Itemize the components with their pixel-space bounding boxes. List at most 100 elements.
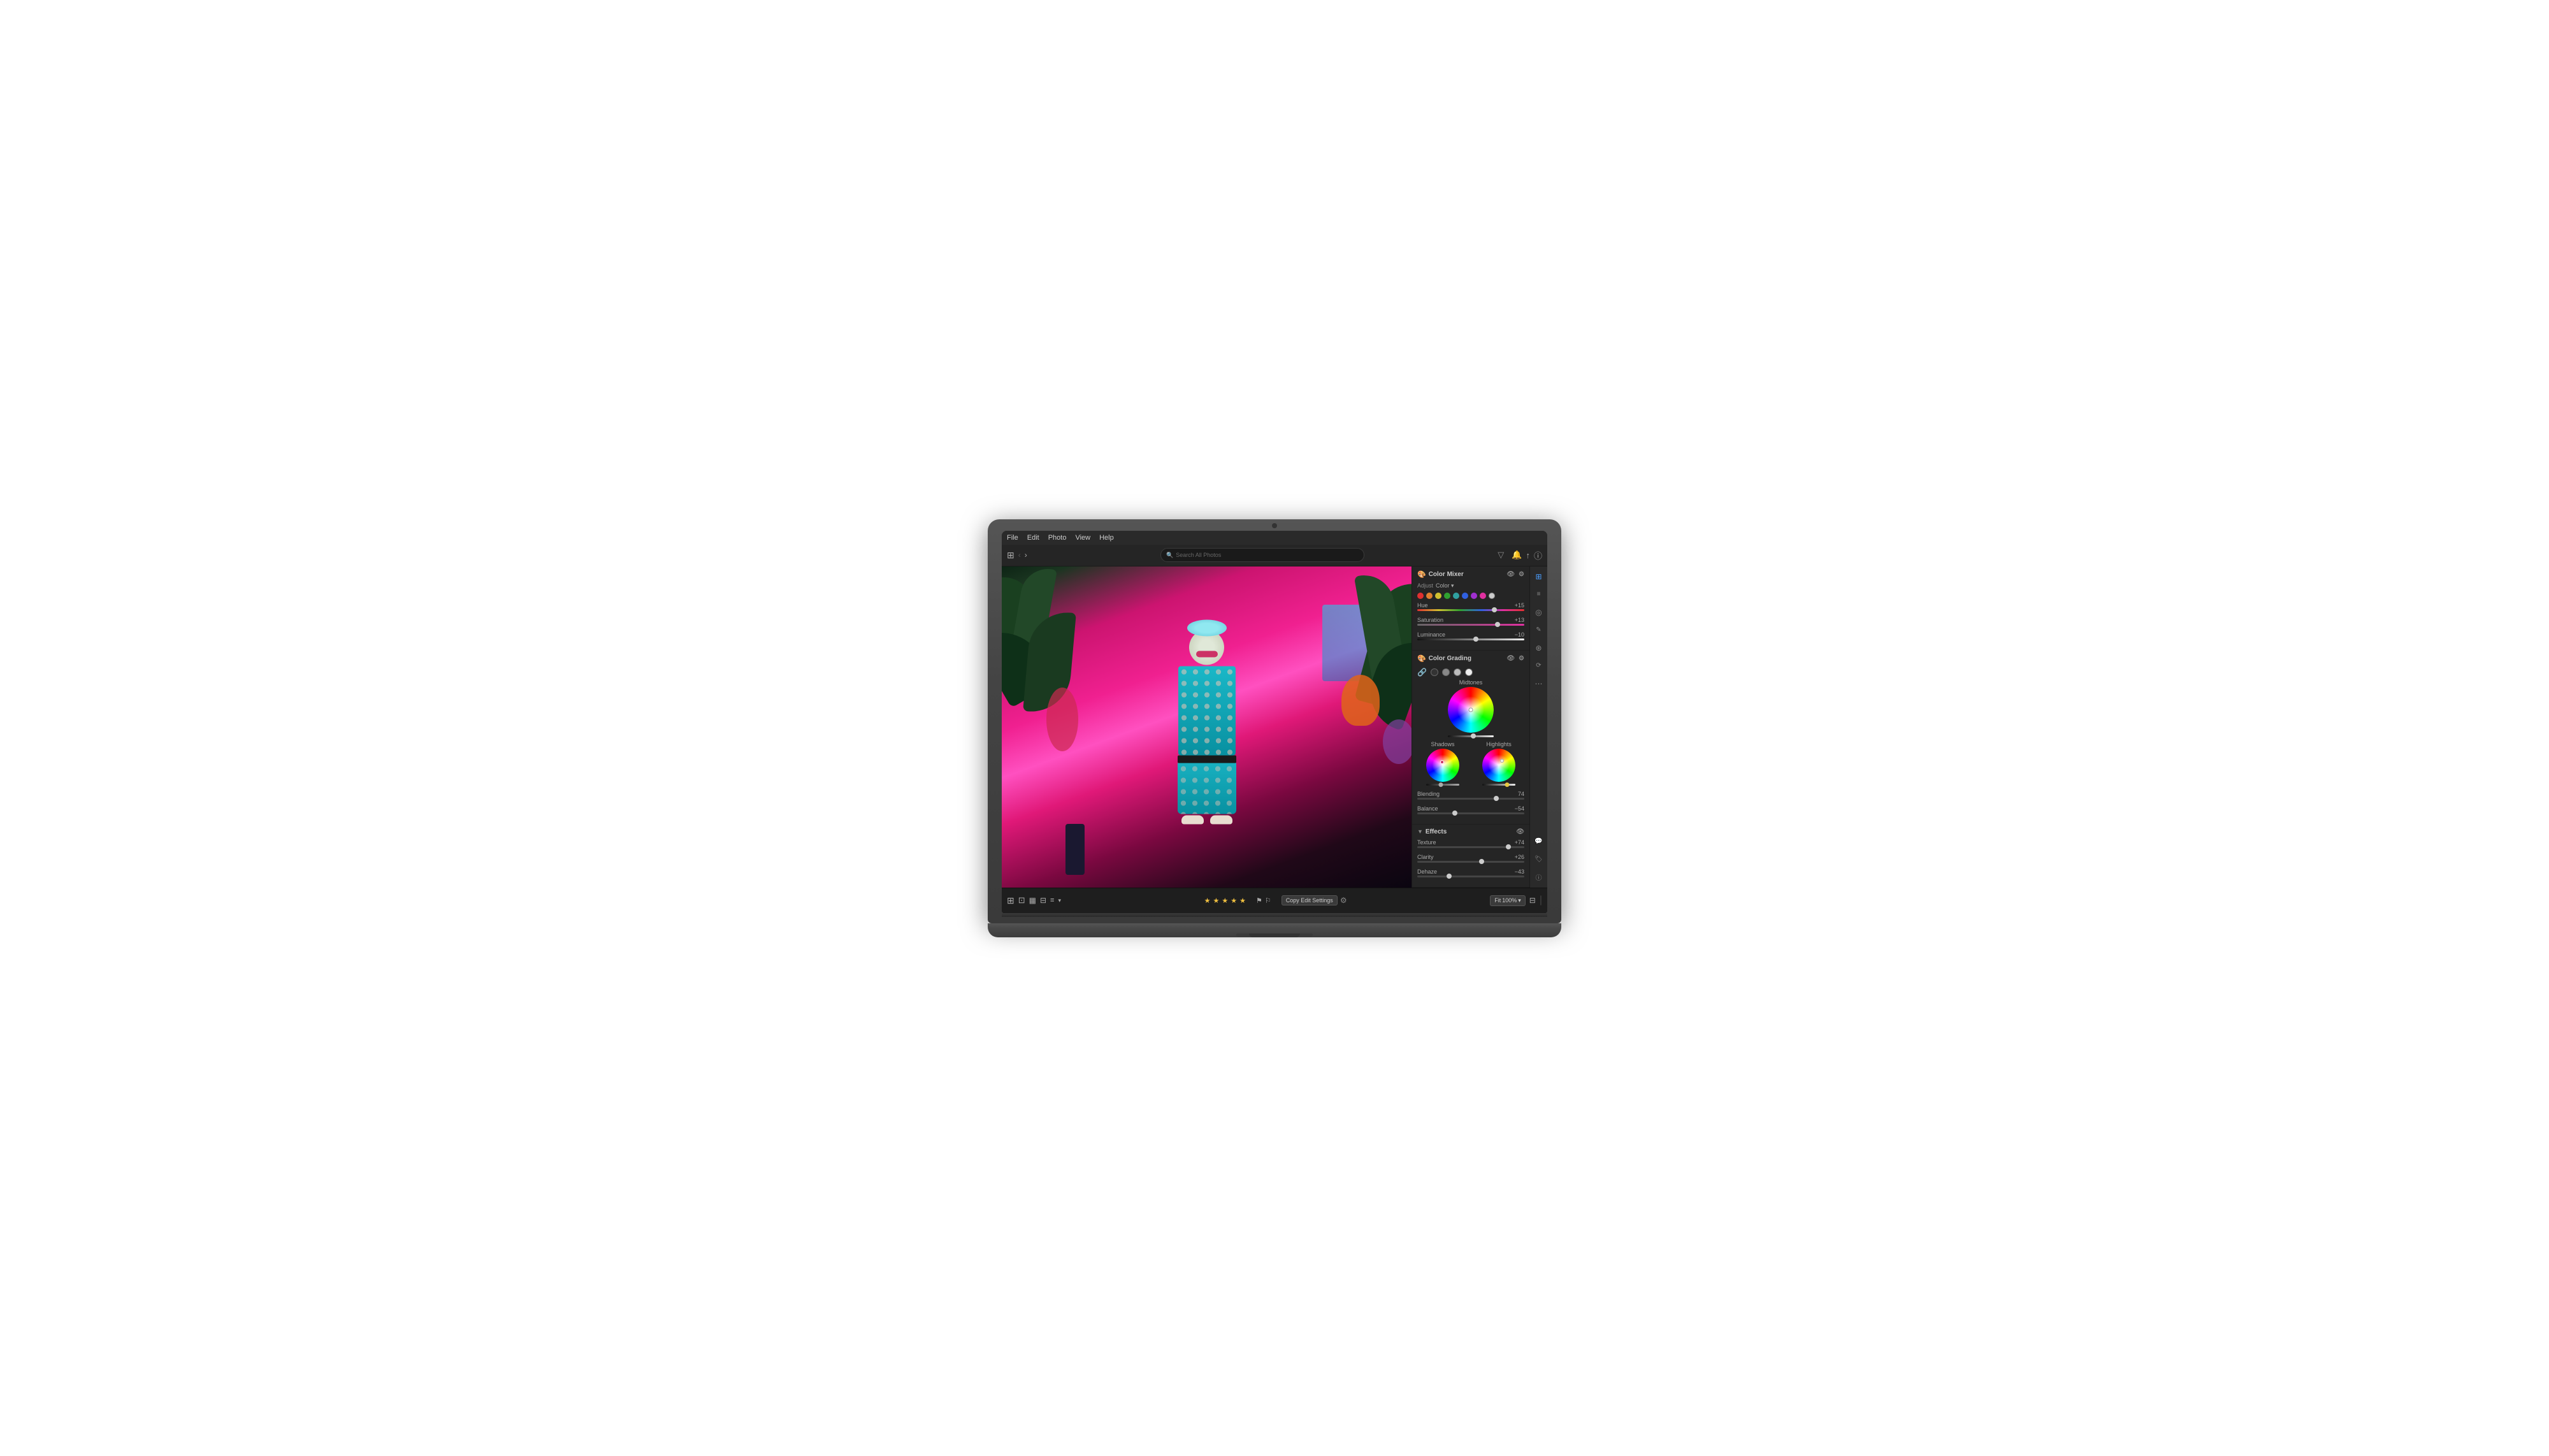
star-1[interactable]: ★ — [1204, 897, 1211, 905]
figure-belt — [1178, 755, 1236, 763]
dehaze-thumb[interactable] — [1447, 874, 1452, 879]
effects-chevron[interactable]: ▼ — [1417, 828, 1423, 835]
figure-body-pattern — [1178, 666, 1236, 755]
icon-sidebar-book[interactable]: ✎ — [1533, 624, 1545, 637]
color-dot-purple[interactable] — [1471, 593, 1477, 599]
copy-edit-settings-button[interactable]: Copy Edit Settings — [1282, 895, 1338, 905]
icon-sidebar-web[interactable]: ⋯ — [1533, 677, 1545, 690]
icon-sidebar-info[interactable]: ⓘ — [1533, 871, 1545, 884]
effects-eye-icon[interactable]: 👁 — [1516, 828, 1524, 835]
shadows-lum-thumb[interactable] — [1439, 782, 1443, 787]
color-dot-yellow[interactable] — [1435, 593, 1441, 599]
blending-thumb[interactable] — [1494, 796, 1499, 801]
color-grading-header-right: 👁 ⚙ — [1506, 655, 1524, 662]
texture-slider[interactable] — [1417, 846, 1524, 848]
search-icon: 🔍 — [1166, 552, 1173, 559]
laptop: File Edit Photo View Help ⊞ ‹ › 🔍 Sear — [988, 519, 1561, 937]
color-dot-orange[interactable] — [1426, 593, 1433, 599]
sort-icon[interactable]: ≡ — [1050, 897, 1054, 904]
luminance-slider[interactable] — [1417, 638, 1524, 640]
icon-sidebar-library[interactable]: ⊞ — [1533, 570, 1545, 583]
color-dot-green[interactable] — [1444, 593, 1450, 599]
hue-slider[interactable] — [1417, 609, 1524, 611]
cg-eye-icon[interactable]: 👁 — [1506, 655, 1515, 662]
star-2[interactable]: ★ — [1213, 897, 1220, 905]
filmstrip: ⊞ ⊡ ▦ ⊟ ≡ ▾ ★ ★ ★ ★ ★ ⚑ — [1002, 888, 1547, 913]
midtones-wheel[interactable] — [1448, 687, 1494, 733]
star-5[interactable]: ★ — [1239, 897, 1246, 905]
info-icon[interactable]: ⓘ — [1534, 549, 1542, 561]
clarity-slider[interactable] — [1417, 861, 1524, 863]
icon-sidebar-develop[interactable]: ≡ — [1533, 588, 1545, 601]
shadows-wheel[interactable] — [1426, 749, 1459, 782]
filter-icon[interactable]: ▽ — [1498, 550, 1504, 560]
share-icon[interactable]: ↑ — [1526, 551, 1530, 560]
sidebar-toggle-icon[interactable]: ⊞ — [1007, 550, 1015, 561]
search-bar[interactable]: 🔍 Search All Photos — [1160, 548, 1364, 562]
midtones-lum-thumb[interactable] — [1471, 733, 1476, 739]
bell-icon[interactable]: 🔔 — [1512, 550, 1522, 560]
menu-edit[interactable]: Edit — [1027, 534, 1039, 542]
color-dot-red[interactable] — [1417, 593, 1424, 599]
icon-sidebar-slideshow[interactable]: ⊛ — [1533, 642, 1545, 654]
list-icon[interactable]: ⊟ — [1040, 896, 1046, 905]
sub-wheels-row: Shadows — [1412, 737, 1529, 787]
balance-slider[interactable] — [1417, 812, 1524, 814]
grading-whites-icon[interactable] — [1465, 668, 1473, 676]
highlights-dot[interactable] — [1500, 759, 1504, 763]
highlights-wheel[interactable] — [1482, 749, 1515, 782]
clarity-label: Clarity — [1417, 854, 1434, 860]
menu-help[interactable]: Help — [1099, 534, 1114, 542]
color-dot-teal[interactable] — [1453, 593, 1459, 599]
grading-linked-icon[interactable]: 🔗 — [1417, 668, 1427, 677]
cg-settings-icon[interactable]: ⚙ — [1519, 655, 1524, 662]
eye-icon[interactable]: 👁 — [1506, 571, 1515, 578]
icon-sidebar-tag[interactable]: 🏷 — [1533, 853, 1545, 866]
divider: | — [1540, 895, 1542, 906]
back-icon[interactable]: ‹ — [1018, 551, 1021, 559]
grid-icon-small[interactable]: ▦ — [1029, 896, 1036, 905]
grading-shadows-icon[interactable] — [1431, 668, 1438, 676]
star-4[interactable]: ★ — [1231, 897, 1237, 905]
forward-icon[interactable]: › — [1025, 551, 1027, 559]
highlights-lum-thumb[interactable] — [1505, 782, 1510, 787]
compare-icon[interactable]: ⊟ — [1529, 896, 1536, 905]
shadows-dot[interactable] — [1440, 760, 1444, 764]
texture-thumb[interactable] — [1506, 844, 1511, 849]
flag-icon[interactable]: ⚑ — [1256, 897, 1262, 905]
settings-icon[interactable]: ⚙ — [1519, 571, 1524, 578]
balance-label-row: Balance −54 — [1417, 805, 1524, 812]
flag-reject-icon[interactable]: ⚐ — [1265, 897, 1271, 905]
midtones-luminance-slider[interactable] — [1448, 735, 1494, 737]
menu-file[interactable]: File — [1007, 534, 1018, 542]
highlights-lum-slider[interactable] — [1482, 784, 1515, 786]
icon-sidebar-map[interactable]: ◎ — [1533, 606, 1545, 619]
midtones-wheel-dot[interactable] — [1469, 707, 1473, 712]
texture-slider-row: Texture +74 — [1412, 838, 1529, 853]
icon-sidebar-chat[interactable]: 💬 — [1533, 835, 1545, 848]
sort-dropdown[interactable]: ▾ — [1058, 897, 1061, 904]
settings-gear-icon[interactable]: ⚙ — [1340, 896, 1347, 905]
color-dot-blue[interactable] — [1462, 593, 1468, 599]
hue-thumb[interactable] — [1492, 607, 1497, 612]
menu-photo[interactable]: Photo — [1048, 534, 1067, 542]
adjust-value[interactable]: Color ▾ — [1436, 582, 1454, 589]
balance-thumb[interactable] — [1452, 811, 1457, 816]
zoom-button[interactable]: Fit 100% ▾ — [1490, 895, 1526, 906]
color-dot-magenta[interactable] — [1480, 593, 1486, 599]
shadows-lum-slider[interactable] — [1426, 784, 1459, 786]
grading-highlights-icon[interactable] — [1454, 668, 1461, 676]
grading-midtones-icon[interactable] — [1442, 668, 1450, 676]
grid-icon-large[interactable]: ⊞ — [1007, 895, 1015, 906]
saturation-thumb[interactable] — [1495, 622, 1500, 627]
blending-slider[interactable] — [1417, 798, 1524, 800]
icon-sidebar-print[interactable]: ⟳ — [1533, 660, 1545, 672]
dehaze-slider[interactable] — [1417, 876, 1524, 877]
saturation-slider[interactable] — [1417, 624, 1524, 626]
color-dot-white[interactable] — [1489, 593, 1495, 599]
grid-icon-medium[interactable]: ⊡ — [1018, 895, 1025, 905]
menu-view[interactable]: View — [1075, 534, 1090, 542]
star-3[interactable]: ★ — [1222, 897, 1228, 905]
clarity-thumb[interactable] — [1479, 859, 1484, 864]
luminance-thumb[interactable] — [1473, 637, 1478, 642]
